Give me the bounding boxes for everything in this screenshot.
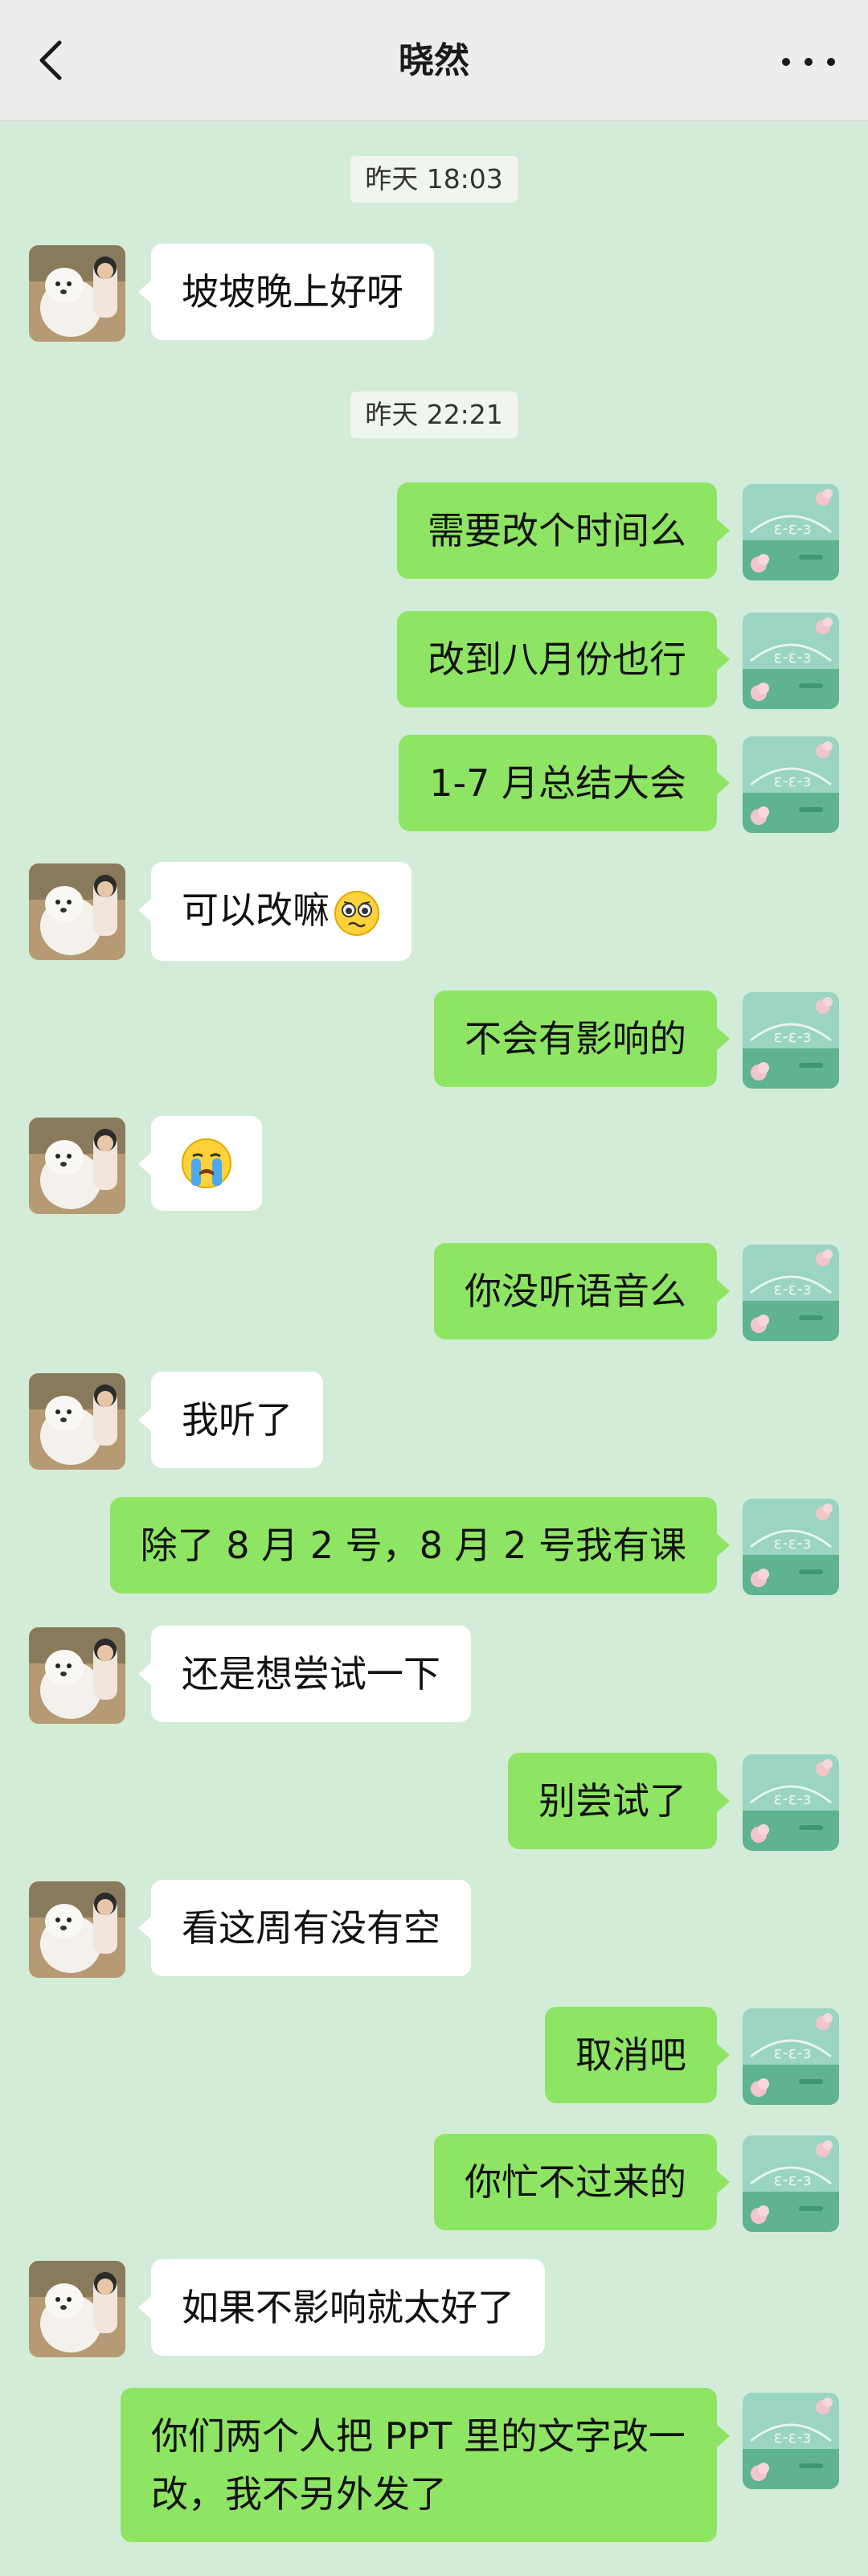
outgoing-message[interactable]: 不会有影响的 — [434, 991, 730, 1087]
my-avatar[interactable] — [743, 484, 839, 580]
my-avatar-image — [743, 2135, 839, 2232]
my-avatar[interactable] — [743, 736, 839, 833]
message-text: 需要改个时间么 — [428, 509, 686, 552]
message-text: 取消吧 — [575, 2033, 686, 2077]
message-text: 可以改嘛 — [182, 888, 330, 932]
my-avatar-image — [743, 2393, 839, 2489]
contact-avatar-image — [29, 1373, 125, 1470]
contact-avatar[interactable] — [29, 1627, 125, 1724]
outgoing-message[interactable]: 1-7 月总结大会 — [399, 735, 730, 831]
my-avatar[interactable] — [743, 1245, 839, 1341]
contact-avatar-image — [29, 245, 125, 342]
my-avatar-image — [743, 1245, 839, 1341]
my-avatar[interactable] — [743, 2135, 839, 2232]
more-options-icon[interactable] — [778, 48, 839, 76]
my-avatar-image — [743, 736, 839, 833]
message-text: 如果不影响就太好了 — [182, 2286, 514, 2329]
incoming-message[interactable] — [138, 1116, 262, 1211]
outgoing-message[interactable]: 改到八月份也行 — [397, 611, 730, 708]
contact-avatar-image — [29, 1118, 125, 1214]
message-text: 我听了 — [182, 1398, 293, 1442]
incoming-message[interactable]: 我听了 — [138, 1372, 323, 1468]
message-text: 还是想尝试一下 — [182, 1652, 440, 1696]
outgoing-message[interactable]: 取消吧 — [545, 2007, 730, 2103]
outgoing-message[interactable]: 需要改个时间么 — [397, 482, 730, 579]
contact-avatar[interactable] — [29, 245, 125, 342]
message-text: 1-7 月总结大会 — [429, 761, 686, 805]
incoming-message[interactable]: 还是想尝试一下 — [138, 1626, 471, 1722]
contact-avatar[interactable] — [29, 1881, 125, 1978]
timestamp: 昨天 18:03 — [350, 156, 518, 203]
chat-title: 晓然 — [399, 40, 469, 81]
outgoing-message[interactable]: 除了 8 月 2 号，8 月 2 号我有课 — [109, 1497, 731, 1594]
contact-avatar[interactable] — [29, 2261, 125, 2357]
crying-face-emoji — [180, 1137, 233, 1190]
timestamp: 昨天 22:21 — [350, 392, 518, 438]
message-text: 别尝试了 — [538, 1779, 686, 1823]
my-avatar-image — [743, 613, 839, 709]
outgoing-message[interactable]: 你们两个人把 PPT 里的文字改一改，我不另外发了 — [121, 2388, 730, 2542]
contact-avatar[interactable] — [29, 863, 125, 960]
message-text: 坡坡晚上好呀 — [182, 270, 403, 314]
outgoing-message[interactable]: 你没听语音么 — [434, 1243, 730, 1339]
contact-avatar-image — [29, 1881, 125, 1978]
message-text: 改到八月份也行 — [428, 638, 686, 681]
my-avatar[interactable] — [743, 1499, 839, 1595]
my-avatar-image — [743, 484, 839, 580]
outgoing-message[interactable]: 你忙不过来的 — [434, 2134, 730, 2230]
message-text: 你没听语音么 — [465, 1270, 686, 1313]
my-avatar-image — [743, 992, 839, 1089]
outgoing-message[interactable]: 别尝试了 — [508, 1753, 730, 1849]
my-avatar-image — [743, 2008, 839, 2105]
contact-avatar[interactable] — [29, 1373, 125, 1470]
incoming-message[interactable]: 可以改嘛 — [138, 862, 411, 961]
top-bar: 晓然 — [0, 0, 868, 121]
my-avatar[interactable] — [743, 1754, 839, 1851]
incoming-message[interactable]: 坡坡晚上好呀 — [138, 244, 434, 340]
message-text: 除了 8 月 2 号，8 月 2 号我有课 — [140, 1524, 686, 1567]
incoming-message[interactable]: 如果不影响就太好了 — [138, 2259, 545, 2356]
my-avatar[interactable] — [743, 992, 839, 1089]
my-avatar-image — [743, 1499, 839, 1595]
contact-avatar-image — [29, 1627, 125, 1724]
message-text: 不会有影响的 — [465, 1017, 686, 1060]
message-text: 看这周有没有空 — [182, 1906, 440, 1950]
message-text: 你们两个人把 PPT 里的文字改一改，我不另外发了 — [151, 2414, 686, 2516]
my-avatar[interactable] — [743, 613, 839, 709]
contact-avatar-image — [29, 2261, 125, 2357]
contact-avatar[interactable] — [29, 1118, 125, 1214]
contact-avatar-image — [29, 863, 125, 960]
incoming-message[interactable]: 看这周有没有空 — [138, 1880, 471, 1976]
my-avatar[interactable] — [743, 2008, 839, 2105]
my-avatar-image — [743, 1754, 839, 1851]
my-avatar[interactable] — [743, 2393, 839, 2489]
message-text: 你忙不过来的 — [465, 2160, 686, 2204]
nervous-face-emoji — [333, 889, 381, 937]
